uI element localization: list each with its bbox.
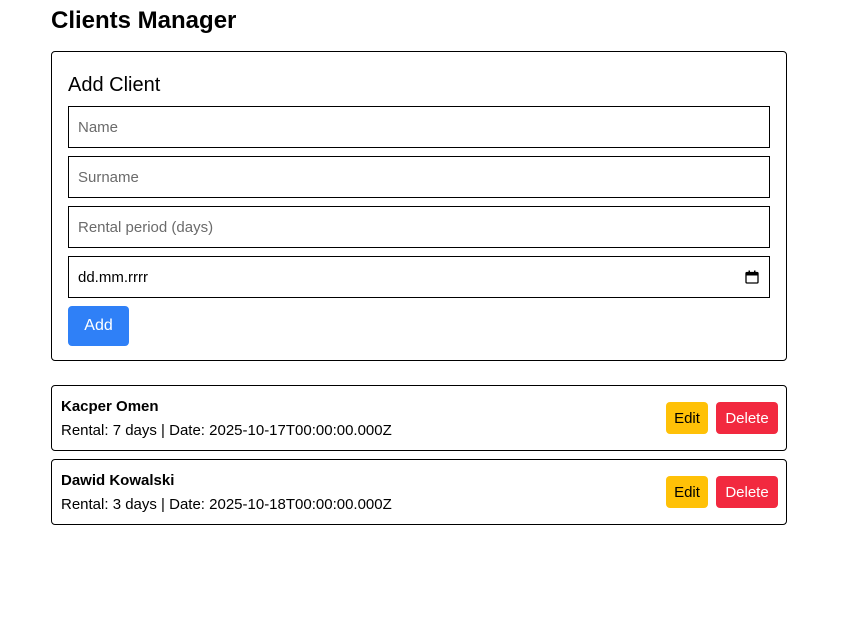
- name-input[interactable]: [68, 106, 770, 148]
- edit-button[interactable]: Edit: [666, 402, 708, 434]
- page-title: Clients Manager: [51, 7, 237, 34]
- surname-input[interactable]: [68, 156, 770, 198]
- client-actions: Edit Delete: [666, 476, 778, 508]
- delete-button[interactable]: Delete: [716, 476, 778, 508]
- client-details: Rental: 3 days | Date: 2025-10-18T00:00:…: [61, 496, 392, 513]
- client-name: Dawid Kowalski: [61, 472, 175, 489]
- edit-button[interactable]: Edit: [666, 476, 708, 508]
- add-client-form: Add Client dd.mm.rrrr Add: [51, 51, 787, 361]
- client-actions: Edit Delete: [666, 402, 778, 434]
- delete-button[interactable]: Delete: [716, 402, 778, 434]
- date-input-placeholder: dd.mm.rrrr: [78, 268, 148, 286]
- calendar-icon[interactable]: [745, 270, 759, 284]
- rental-period-input[interactable]: [68, 206, 770, 248]
- client-card: Kacper Omen Rental: 7 days | Date: 2025-…: [51, 385, 787, 451]
- client-list: Kacper Omen Rental: 7 days | Date: 2025-…: [51, 385, 787, 533]
- client-card: Dawid Kowalski Rental: 3 days | Date: 20…: [51, 459, 787, 525]
- client-name: Kacper Omen: [61, 398, 159, 415]
- add-button[interactable]: Add: [68, 306, 129, 346]
- date-input[interactable]: dd.mm.rrrr: [68, 256, 770, 298]
- form-heading: Add Client: [68, 74, 161, 96]
- client-details: Rental: 7 days | Date: 2025-10-17T00:00:…: [61, 422, 392, 439]
- page: Clients Manager Add Client dd.mm.rrrr Ad…: [0, 0, 842, 625]
